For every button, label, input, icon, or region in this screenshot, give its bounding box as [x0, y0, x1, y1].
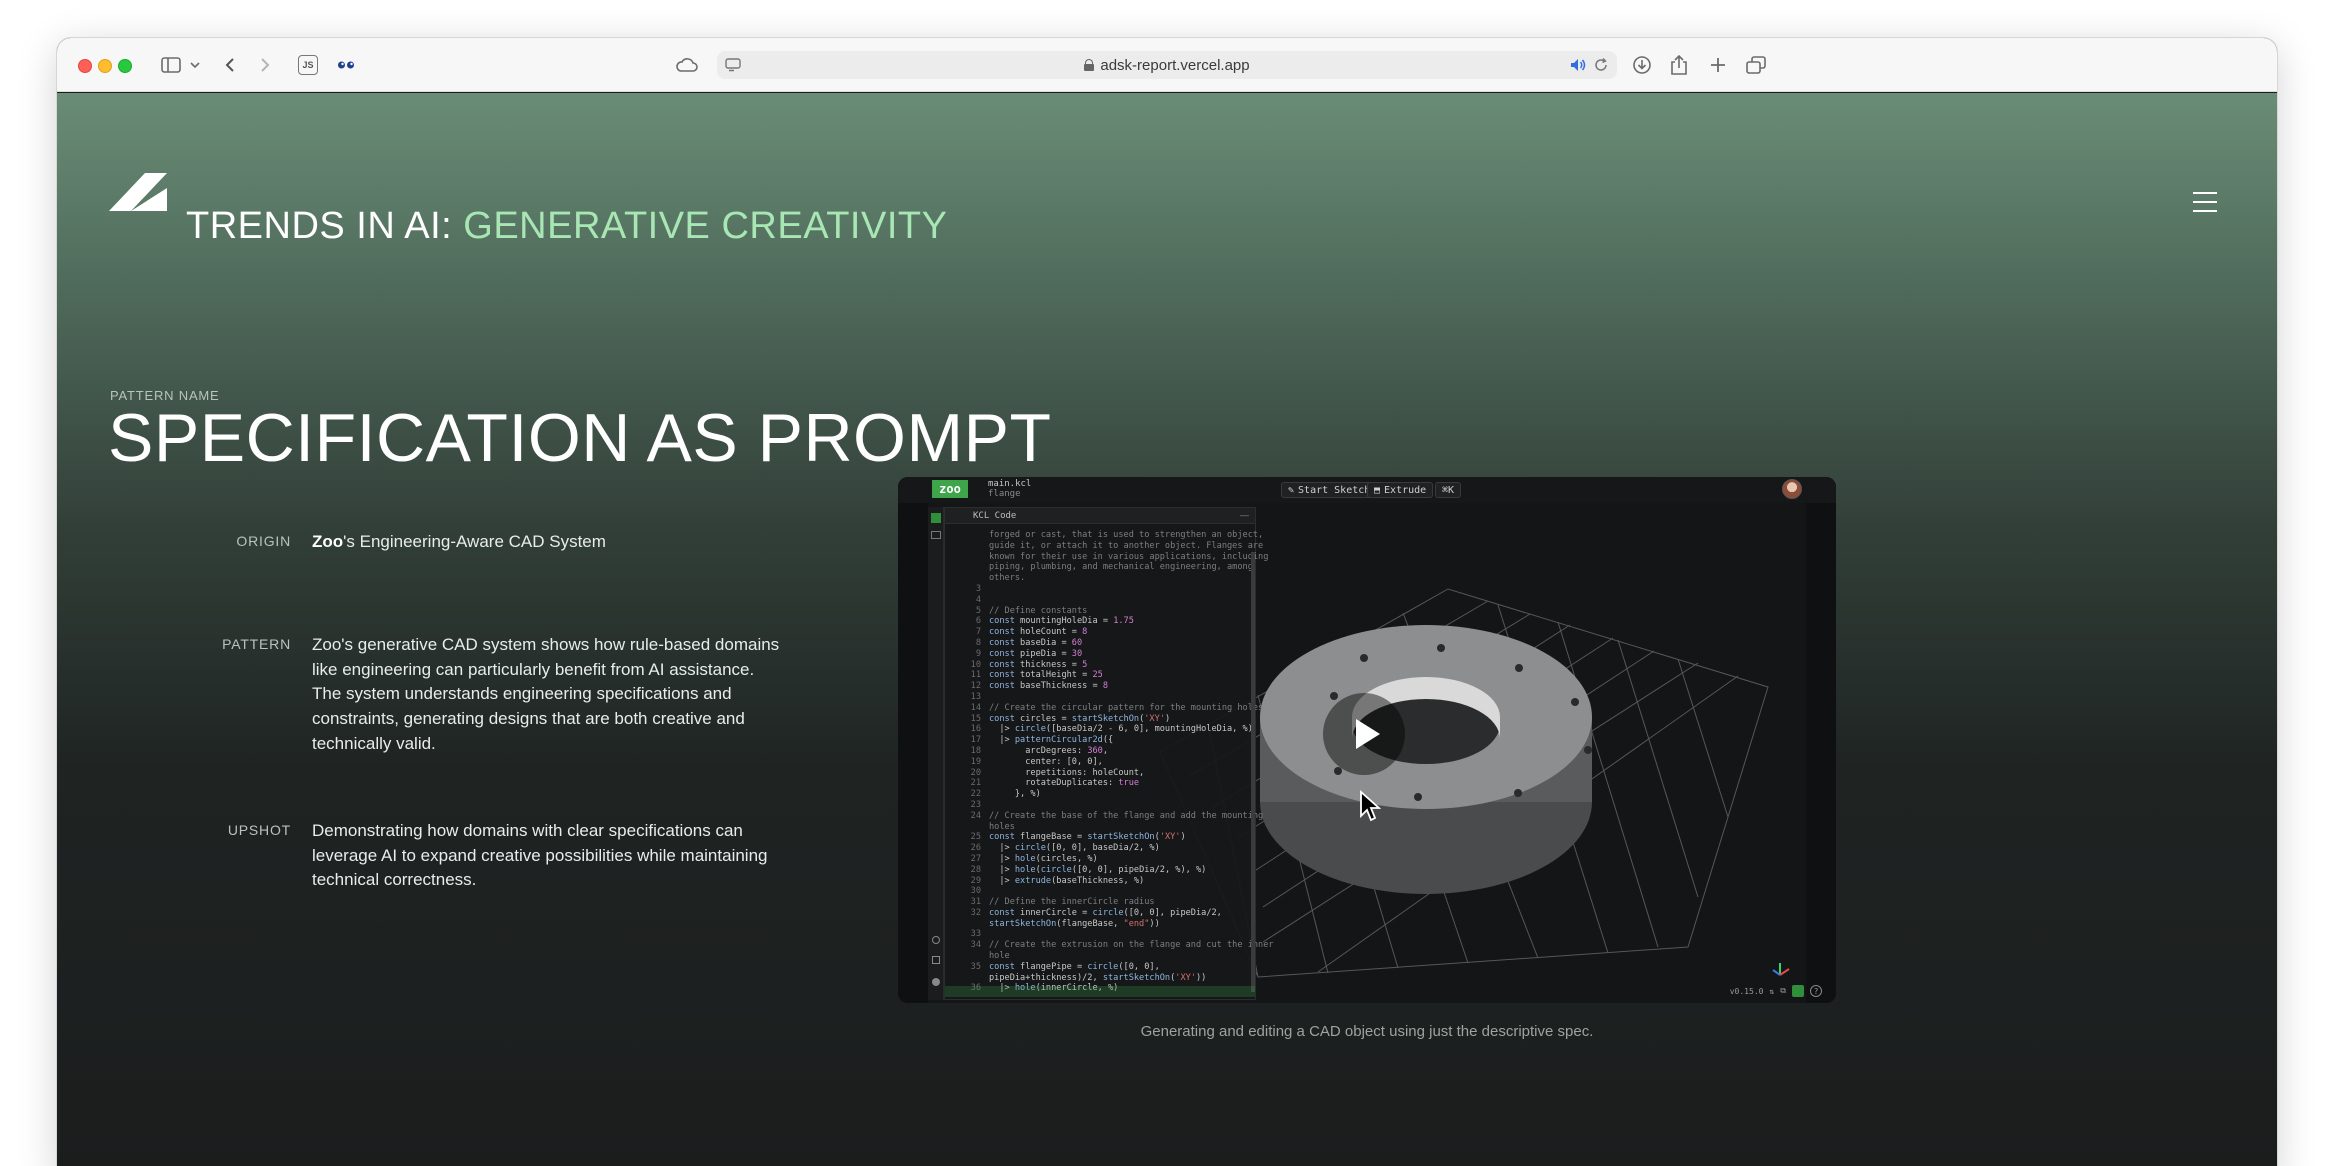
- panel-more-icon[interactable]: —: [1240, 510, 1249, 520]
- mouse-cursor-icon: [1360, 790, 1381, 822]
- origin-company: Zoo: [312, 532, 344, 551]
- pattern-description: Zoo's generative CAD system shows how ru…: [312, 635, 780, 753]
- origin-text: Zoo's Engineering-Aware CAD System: [312, 530, 782, 555]
- site-title[interactable]: TRENDS IN AI: GENERATIVE CREATIVITY: [186, 205, 947, 248]
- sidebar-toggle-icon[interactable]: [160, 52, 182, 78]
- active-line-highlight: [945, 986, 1255, 997]
- zoom-window-button[interactable]: [118, 59, 132, 73]
- network-status-icon[interactable]: ⇅: [1769, 987, 1774, 996]
- close-window-button[interactable]: [78, 59, 92, 73]
- kcl-code-panel-header: KCL Code: [945, 508, 1255, 524]
- url-text: adsk-report.vercel.app: [1100, 56, 1250, 74]
- icloud-tabs-icon[interactable]: [674, 52, 700, 78]
- kcl-code-editor[interactable]: forged or cast, that is used to strength…: [945, 530, 1274, 994]
- site-title-prefix: TRENDS IN AI:: [186, 205, 453, 247]
- code-scrollbar[interactable]: [1251, 552, 1255, 992]
- kcl-code-panel[interactable]: KCL Code — forged or cast, that is used …: [944, 507, 1274, 1000]
- browser-toolbar: JS adsk-report.vercel.app: [57, 38, 2277, 92]
- share-icon[interactable]: [1668, 52, 1690, 78]
- help-circle-icon[interactable]: ?: [1810, 985, 1822, 997]
- extension-badge-label: JS: [298, 55, 318, 75]
- javascript-extension-icon[interactable]: JS: [297, 52, 319, 78]
- start-sketch-label: Start Sketch: [1298, 484, 1371, 496]
- user-avatar[interactable]: [1782, 479, 1802, 499]
- lock-icon: [1084, 59, 1095, 71]
- upshot-description: Demonstrating how domains with clear spe…: [312, 821, 768, 890]
- cad-side-toolbar: [928, 507, 944, 1000]
- browser-window: JS adsk-report.vercel.app TRENDS IN AI: …: [57, 38, 2277, 1166]
- forward-button[interactable]: [255, 52, 275, 78]
- extrude-button[interactable]: ⬒ Extrude: [1367, 482, 1434, 498]
- origin-label: ORIGIN: [236, 533, 291, 549]
- settings-icon[interactable]: [932, 936, 940, 944]
- autodesk-logo-icon[interactable]: [109, 173, 167, 211]
- page-title: SPECIFICATION AS PROMPT: [108, 400, 1052, 476]
- start-sketch-button[interactable]: ✎ Start Sketch: [1281, 482, 1378, 498]
- zoo-app-badge[interactable]: zoo: [932, 480, 968, 498]
- chevron-down-icon[interactable]: [188, 52, 202, 78]
- back-button[interactable]: [220, 52, 240, 78]
- origin-description: 's Engineering-Aware CAD System: [343, 532, 606, 551]
- pattern-label: PATTERN: [222, 636, 291, 652]
- upshot-label: UPSHOT: [227, 822, 291, 838]
- cad-file-name: main.kcl flange: [988, 479, 1031, 500]
- tab-overview-icon[interactable]: [1745, 52, 1767, 78]
- version-text: v0.15.0: [1729, 986, 1764, 996]
- demo-video[interactable]: zoo main.kcl flange ✎ Start Sketch ⬒ Extru…: [898, 477, 1836, 1003]
- extrude-label: Extrude: [1384, 484, 1427, 496]
- downloads-icon[interactable]: [1631, 52, 1653, 78]
- extension-eyes-icon[interactable]: [335, 52, 357, 78]
- cad-app-toolbar: zoo main.kcl flange ✎ Start Sketch ⬒ Extru…: [898, 477, 1836, 503]
- help-icon[interactable]: [932, 978, 940, 986]
- pencil-icon: ✎: [1288, 484, 1295, 496]
- extrude-icon: ⬒: [1374, 484, 1381, 496]
- connection-status-icon[interactable]: [1792, 985, 1804, 997]
- address-bar[interactable]: adsk-report.vercel.app: [717, 51, 1617, 79]
- share-project-icon[interactable]: [932, 956, 940, 964]
- audio-playing-icon[interactable]: [1569, 57, 1587, 77]
- hamburger-menu-icon[interactable]: [2193, 190, 2217, 214]
- cad-file-sub: flange: [988, 488, 1021, 499]
- page-settings-icon[interactable]: [725, 57, 741, 77]
- minimize-window-button[interactable]: [98, 59, 112, 73]
- command-palette-button[interactable]: ⌘K: [1435, 482, 1462, 498]
- new-tab-icon[interactable]: [1707, 52, 1729, 78]
- site-title-accent: GENERATIVE CREATIVITY: [463, 205, 948, 247]
- cad-status-bar: v0.15.0 ⇅ ⧉ ?: [1730, 983, 1822, 999]
- units-icon[interactable]: ⧉: [1780, 986, 1786, 996]
- reload-icon[interactable]: [1593, 57, 1609, 77]
- files-icon[interactable]: [931, 531, 941, 539]
- video-caption: Generating and editing a CAD object usin…: [1140, 1023, 1594, 1040]
- code-panel-icon[interactable]: [931, 513, 941, 523]
- play-button[interactable]: [1323, 693, 1405, 775]
